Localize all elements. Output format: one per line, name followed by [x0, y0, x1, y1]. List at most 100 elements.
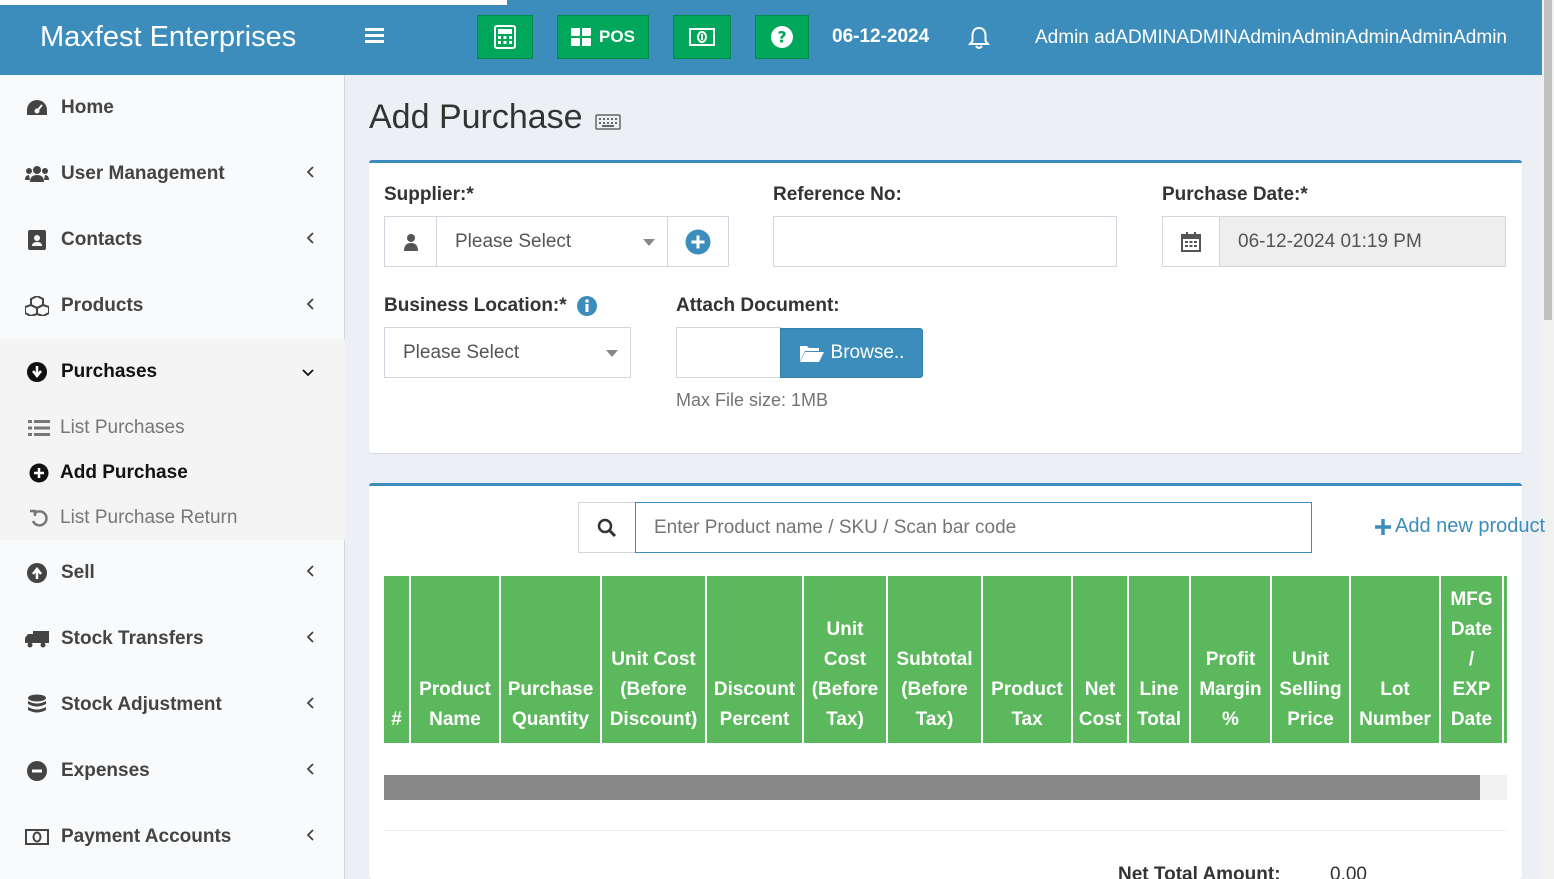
reference-no-input[interactable]	[773, 216, 1117, 267]
plus-circle-icon	[685, 229, 711, 254]
page-scrollbar-thumb[interactable]	[1544, 0, 1552, 320]
th-line: Percent	[719, 709, 790, 730]
th-line: Line	[1139, 679, 1179, 700]
svg-text:?: ?	[777, 28, 786, 47]
th-line: Profit	[1205, 649, 1256, 670]
net-total-label: Net Total Amount:	[1118, 864, 1281, 879]
supplier-label: Supplier:*	[384, 184, 474, 205]
users-icon	[25, 163, 49, 185]
purchase-date-input[interactable]: 06-12-2024 01:19 PM	[1219, 216, 1506, 267]
calculator-icon	[494, 25, 516, 49]
purchase-date-value: 06-12-2024 01:19 PM	[1238, 230, 1422, 252]
cash-register-button[interactable]	[673, 15, 731, 59]
th-line: Unit Cost	[611, 649, 696, 670]
list-icon	[28, 420, 50, 436]
th-line: #	[391, 709, 402, 730]
attach-document-label: Attach Document:	[676, 295, 840, 316]
th-net-cost: Net Cost	[1073, 576, 1129, 743]
chevron-left-icon	[306, 229, 315, 251]
notifications-bell-icon[interactable]	[967, 26, 991, 55]
add-new-product-link[interactable]: Add new product	[1375, 515, 1545, 538]
th-line: Selling	[1279, 679, 1342, 700]
business-location-value: Please Select	[403, 341, 520, 363]
browse-button[interactable]: Browse..	[780, 328, 923, 378]
th-line: Cost	[823, 649, 867, 670]
header-date: 06-12-2024	[832, 26, 930, 47]
info-circle-icon[interactable]	[576, 296, 597, 316]
chevron-left-icon	[306, 760, 315, 782]
product-search-input[interactable]	[635, 502, 1312, 553]
table-horizontal-scrollbar[interactable]	[384, 775, 1507, 800]
th-line-total: Line Total	[1129, 576, 1191, 743]
sidebar-item-expenses[interactable]: Expenses	[0, 738, 345, 804]
sidebar-item-label: User Management	[61, 163, 225, 184]
chevron-left-icon	[306, 562, 315, 584]
th-line: Tax	[1011, 709, 1043, 730]
th-line: Product	[419, 679, 491, 700]
user-icon	[403, 233, 418, 251]
sidebar-item-stock-adjustment[interactable]: Stock Adjustment	[0, 672, 345, 738]
th-line: %	[1222, 709, 1239, 730]
th-product-tax: Product Tax	[983, 576, 1073, 743]
supplier-select-value: Please Select	[455, 230, 572, 252]
table-scrollbar-thumb[interactable]	[384, 775, 1480, 800]
th-line: Unit	[1292, 649, 1329, 670]
business-location-label-text: Business Location:*	[384, 295, 567, 316]
sidebar-subitem-add-purchase[interactable]: Add Purchase	[28, 453, 188, 493]
page-scrollbar[interactable]	[1542, 0, 1554, 879]
brand-logo[interactable]: Maxfest Enterprises	[0, 0, 345, 75]
calculator-button[interactable]	[477, 15, 533, 59]
th-line: /	[1468, 649, 1475, 670]
th-mfg-exp-date: MFG Date / EXP Date	[1441, 576, 1504, 743]
sidebar-item-label: Home	[61, 97, 114, 118]
sidebar-item-user-management[interactable]: User Management	[0, 141, 345, 207]
attach-document-input[interactable]	[676, 327, 781, 378]
th-line: Date	[1450, 709, 1493, 730]
th-line: (Before	[620, 679, 687, 700]
dropdown-caret-icon	[643, 239, 655, 246]
user-menu[interactable]: Admin adADMINADMINAdminAdminAdminAdminAd…	[1035, 27, 1507, 49]
pos-button[interactable]: POS	[557, 15, 649, 59]
sidebar-item-sell[interactable]: Sell	[0, 540, 345, 606]
th-line: Date	[1450, 619, 1493, 640]
sidebar-item-purchases[interactable]: Purchases	[0, 339, 345, 405]
sidebar-item-contacts[interactable]: Contacts	[0, 207, 345, 273]
th-line: Price	[1287, 709, 1334, 730]
th-discount-percent: Discount Percent	[707, 576, 804, 743]
th-line: Discount	[713, 679, 796, 700]
sidebar-item-home[interactable]: Home	[0, 75, 345, 141]
sidebar-subitem-list-purchase-return[interactable]: List Purchase Return	[28, 498, 237, 538]
chevron-left-icon	[306, 163, 315, 185]
keyboard-icon[interactable]	[594, 113, 621, 131]
sidebar-subitem-list-purchases[interactable]: List Purchases	[28, 408, 185, 448]
th-line: Unit	[826, 619, 864, 640]
add-supplier-button[interactable]	[667, 216, 729, 267]
sidebar-item-label: Contacts	[61, 229, 143, 250]
th-large-icon	[571, 28, 592, 46]
th-unit-cost-before-discount: Unit Cost (Before Discount)	[602, 576, 707, 743]
sidebar-item-payment-accounts[interactable]: Payment Accounts	[0, 804, 345, 870]
sidebar-subitem-label: List Purchase Return	[60, 507, 238, 528]
th-product-name: Product Name	[411, 576, 501, 743]
money-icon	[25, 826, 49, 848]
th-profit-margin: Profit Margin%	[1191, 576, 1272, 743]
supplier-user-addon	[384, 216, 437, 267]
supplier-select[interactable]: Please Select	[436, 216, 668, 267]
sidebar-toggle-icon[interactable]	[365, 25, 389, 49]
help-button[interactable]: ?	[755, 15, 809, 59]
dashboard-icon	[25, 97, 49, 119]
th-purchase-quantity: Purchase Quantity	[501, 576, 602, 743]
th-line: Purchase	[507, 679, 594, 700]
th-unit-selling-price: Unit Selling Price	[1272, 576, 1351, 743]
business-location-select[interactable]: Please Select	[384, 327, 631, 378]
chevron-left-icon	[306, 694, 315, 716]
th-line: Cost	[1078, 709, 1122, 730]
divider	[384, 830, 1507, 831]
chevron-left-icon	[306, 295, 315, 317]
sidebar-item-stock-transfers[interactable]: Stock Transfers	[0, 606, 345, 672]
truck-icon	[25, 628, 49, 650]
sidebar-item-label: Sell	[61, 562, 95, 583]
sidebar-item-label: Purchases	[61, 361, 158, 382]
th-line: MFG	[1450, 589, 1493, 610]
sidebar-item-products[interactable]: Products	[0, 273, 345, 339]
